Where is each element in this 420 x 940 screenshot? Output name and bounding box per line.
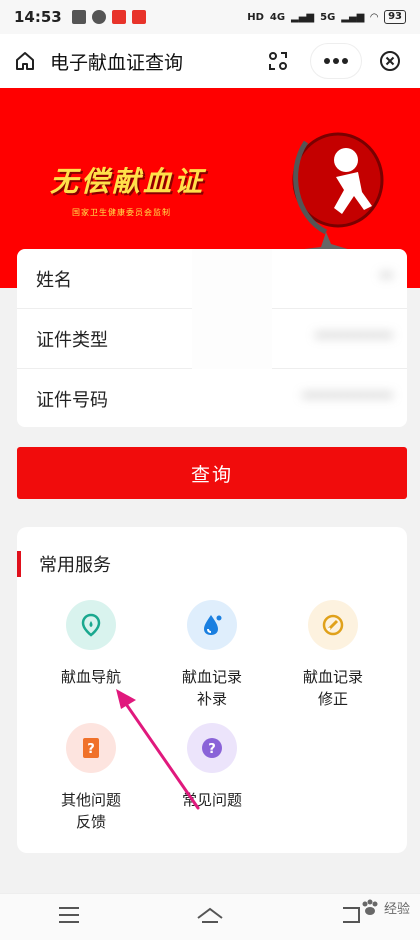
services-card: 常用服务 献血导航 献血记录 补录 献血记录 修正 ? 其他问题 反馈 ? 常见… [17, 527, 407, 853]
service-record-supplement[interactable]: 献血记录 补录 [152, 600, 272, 710]
service-faq[interactable]: ? 常见问题 [152, 723, 272, 811]
status-indicators: HD 4G ▂▄▆ 5G ▂▄▆ ◠ 93 [247, 10, 406, 24]
gallery-icon [71, 10, 86, 24]
signal-icon: ▂▄▆ [291, 11, 315, 23]
services-title: 常用服务 [39, 555, 111, 576]
feedback-icon: ? [66, 723, 116, 773]
section-accent-bar [17, 551, 21, 577]
service-label: 献血导航 [60, 668, 121, 686]
service-blood-navigation[interactable]: 献血导航 [31, 600, 151, 688]
svg-text:?: ? [87, 742, 95, 757]
battery-indicator: 93 [384, 10, 406, 24]
watermark-text: 经验 [383, 902, 410, 917]
scan-icon [269, 52, 287, 70]
service-label: 献血记录 修正 [302, 668, 363, 708]
more-icon [324, 58, 348, 64]
watermark: 经验 [360, 898, 410, 917]
banner-title: 无偿献血证 [50, 165, 206, 198]
message-icon [91, 10, 106, 24]
app-notification-icon-2 [131, 10, 146, 24]
network-5g: 5G [320, 11, 336, 23]
id-number-input[interactable]: ************** [302, 391, 393, 406]
svg-text:?: ? [208, 742, 216, 757]
question-icon: ? [187, 723, 237, 773]
blood-donation-logo [292, 132, 384, 250]
service-label: 献血记录 补录 [181, 668, 242, 708]
close-icon [380, 51, 400, 71]
service-label: 其他问题 反馈 [60, 791, 121, 831]
page-title: 电子献血证查询 [50, 51, 184, 74]
mini-program-capsule [254, 43, 410, 79]
id-type-label: 证件类型 [36, 329, 108, 351]
hd-badge: HD [247, 11, 264, 23]
name-label: 姓名 [36, 269, 72, 291]
paw-logo [362, 899, 378, 915]
query-form: 姓名 ** 证件类型 ************ 证件号码 ***********… [17, 249, 407, 427]
scan-button[interactable] [254, 43, 302, 79]
signal-icon-2: ▂▄▆ [341, 11, 365, 23]
service-label: 常见问题 [181, 791, 242, 809]
redaction-overlay [192, 249, 272, 369]
edit-pencil-icon [308, 600, 358, 650]
query-button[interactable]: 查询 [17, 447, 407, 499]
id-number-label: 证件号码 [36, 389, 108, 411]
service-record-correction[interactable]: 献血记录 修正 [273, 600, 393, 710]
banner-subtitle: 国家卫生健康委员会监制 [72, 208, 171, 217]
services-header: 常用服务 [17, 549, 111, 579]
service-feedback[interactable]: ? 其他问题 反馈 [31, 723, 151, 833]
navigation-bar: 电子献血证查询 [0, 34, 420, 88]
app-notification-icon [111, 10, 126, 24]
id-type-select[interactable]: ************ [315, 331, 393, 346]
menu-icon[interactable] [57, 906, 81, 928]
system-navigation-bar [0, 893, 420, 940]
id-number-row[interactable]: 证件号码 ************** [17, 369, 407, 427]
home-nav-icon[interactable] [196, 906, 224, 928]
more-button[interactable] [310, 43, 362, 79]
network-4g: 4G [269, 11, 286, 23]
home-icon[interactable] [14, 50, 36, 72]
status-bar: 14:53 HD 4G ▂▄▆ 5G ▂▄▆ ◠ 93 [0, 0, 420, 34]
close-button[interactable] [370, 43, 410, 79]
wifi-icon: ◠ [370, 11, 379, 23]
blood-drop-icon [187, 600, 237, 650]
status-time: 14:53 [14, 8, 62, 26]
location-pin-icon [66, 600, 116, 650]
name-input[interactable]: ** [380, 271, 393, 286]
